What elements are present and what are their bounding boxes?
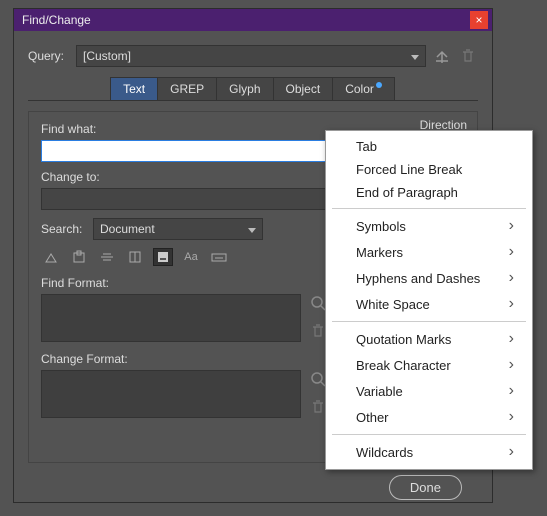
menu-item-end-of-paragraph[interactable]: End of Paragraph xyxy=(326,181,532,204)
menu-item-break-character[interactable]: Break Character xyxy=(326,352,532,378)
tab-glyph[interactable]: Glyph xyxy=(216,77,273,100)
save-query-icon[interactable] xyxy=(432,46,452,66)
menu-item-forced-line-break[interactable]: Forced Line Break xyxy=(326,158,532,181)
chevron-down-icon xyxy=(411,49,419,63)
done-button[interactable]: Done xyxy=(389,475,462,500)
menu-separator xyxy=(332,321,526,322)
submenu-arrow-icon xyxy=(509,217,514,235)
menu-item-hyphens-dashes[interactable]: Hyphens and Dashes xyxy=(326,265,532,291)
query-value: [Custom] xyxy=(83,49,131,63)
menu-separator xyxy=(332,208,526,209)
submenu-arrow-icon xyxy=(509,443,514,461)
query-select[interactable]: [Custom] xyxy=(76,45,426,67)
tab-grep[interactable]: GREP xyxy=(157,77,217,100)
submenu-arrow-icon xyxy=(509,330,514,348)
submenu-arrow-icon xyxy=(509,269,514,287)
menu-item-tab[interactable]: Tab xyxy=(326,135,532,158)
menu-item-white-space[interactable]: White Space xyxy=(326,291,532,317)
find-format-box[interactable] xyxy=(41,294,301,342)
search-scope-select[interactable]: Document xyxy=(93,218,263,240)
menu-item-wildcards[interactable]: Wildcards xyxy=(326,439,532,465)
query-row: Query: [Custom] xyxy=(28,45,478,67)
search-label: Search: xyxy=(41,222,87,236)
window-title: Find/Change xyxy=(22,13,470,27)
tab-bar: Text GREP Glyph Object Color xyxy=(28,77,478,101)
tab-text[interactable]: Text xyxy=(110,77,158,100)
tab-object[interactable]: Object xyxy=(273,77,334,100)
tab-color[interactable]: Color xyxy=(332,77,395,100)
change-format-box[interactable] xyxy=(41,370,301,418)
submenu-arrow-icon xyxy=(509,356,514,374)
submenu-arrow-icon xyxy=(509,295,514,313)
indicator-dot-icon xyxy=(376,82,382,88)
submenu-arrow-icon xyxy=(509,382,514,400)
menu-item-markers[interactable]: Markers xyxy=(326,239,532,265)
menu-item-symbols[interactable]: Symbols xyxy=(326,213,532,239)
include-footnotes-icon[interactable] xyxy=(153,248,173,266)
delete-query-icon[interactable] xyxy=(458,46,478,66)
submenu-arrow-icon xyxy=(509,243,514,261)
whole-word-icon[interactable] xyxy=(209,248,229,266)
query-label: Query: xyxy=(28,49,70,63)
titlebar[interactable]: Find/Change × xyxy=(14,9,492,31)
menu-item-other[interactable]: Other xyxy=(326,404,532,430)
include-hidden-layers-icon[interactable] xyxy=(97,248,117,266)
menu-item-variable[interactable]: Variable xyxy=(326,378,532,404)
close-button[interactable]: × xyxy=(470,11,488,29)
menu-separator xyxy=(332,434,526,435)
include-master-pages-icon[interactable] xyxy=(125,248,145,266)
menu-item-quotation-marks[interactable]: Quotation Marks xyxy=(326,326,532,352)
special-characters-menu: Tab Forced Line Break End of Paragraph S… xyxy=(325,130,533,470)
chevron-down-icon xyxy=(248,222,256,236)
submenu-arrow-icon xyxy=(509,408,514,426)
case-sensitive-icon[interactable]: Aa xyxy=(181,248,201,266)
include-locked-layers-icon[interactable] xyxy=(41,248,61,266)
include-locked-stories-icon[interactable] xyxy=(69,248,89,266)
